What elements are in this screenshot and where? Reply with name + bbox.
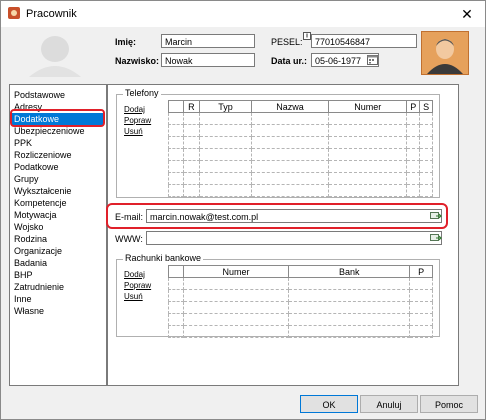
email-highlight-ring — [106, 203, 448, 229]
sidebar-item-zatrudnienie[interactable]: Zatrudnienie — [12, 281, 104, 293]
sidebar-item-ppk[interactable]: PPK — [12, 137, 104, 149]
www-label: WWW: — [115, 234, 143, 244]
table-row[interactable] — [168, 136, 433, 149]
bank-delete-link[interactable]: Usuń — [124, 292, 143, 301]
phones-col-r[interactable]: R — [182, 100, 201, 113]
details-panel: Telefony Dodaj Popraw Usuń R Typ Nazwa N… — [107, 84, 459, 386]
sidebar-item-wojsko[interactable]: Wojsko — [12, 221, 104, 233]
table-row[interactable] — [168, 160, 433, 173]
table-row[interactable] — [168, 112, 433, 125]
last-name-label: Nazwisko: — [115, 56, 160, 66]
phones-col-typ[interactable]: Typ — [199, 100, 252, 113]
phones-col-nazwa[interactable]: Nazwa — [250, 100, 330, 113]
sidebar-item-motywacja[interactable]: Motywacja — [12, 209, 104, 221]
phones-add-link[interactable]: Dodaj — [124, 105, 145, 114]
table-row[interactable] — [168, 277, 433, 290]
phones-col-s[interactable]: S — [419, 100, 433, 113]
phones-col-p[interactable]: P — [406, 100, 421, 113]
close-icon[interactable]: ✕ — [457, 4, 477, 24]
bank-col-p[interactable]: P — [409, 265, 433, 278]
phones-group: Telefony Dodaj Popraw Usuń R Typ Nazwa N… — [116, 88, 440, 198]
phones-col-numer[interactable]: Numer — [328, 100, 408, 113]
phones-table[interactable]: R Typ Nazwa Numer P S — [168, 100, 433, 197]
sidebar-item-kompetencje[interactable]: Kompetencje — [12, 197, 104, 209]
bank-accounts-table[interactable]: Numer Bank P — [168, 265, 433, 338]
open-website-icon[interactable] — [430, 233, 442, 243]
table-row[interactable] — [168, 301, 433, 314]
employee-avatar[interactable] — [421, 31, 469, 75]
table-row[interactable] — [168, 148, 433, 161]
table-row[interactable] — [168, 325, 433, 338]
first-name-label: Imię: — [115, 37, 137, 47]
sidebar-item-inne[interactable]: Inne — [12, 293, 104, 305]
table-row[interactable] — [168, 172, 433, 185]
bank-col-numer[interactable]: Numer — [182, 265, 290, 278]
sidebar-item-grupy[interactable]: Grupy — [12, 173, 104, 185]
app-icon — [8, 7, 20, 19]
selection-highlight-ring — [10, 109, 105, 127]
phones-col-selector[interactable] — [168, 100, 184, 113]
table-row[interactable] — [168, 313, 433, 326]
bank-add-link[interactable]: Dodaj — [124, 270, 145, 279]
sidebar-item-podatkowe[interactable]: Podatkowe — [12, 161, 104, 173]
birth-date-value: 05-06-1977 — [315, 56, 362, 66]
phones-edit-link[interactable]: Popraw — [124, 116, 151, 125]
bank-table-header: Numer Bank P — [168, 265, 433, 278]
bank-accounts-group-title: Rachunki bankowe — [123, 253, 204, 263]
sidebar-item-podstawowe[interactable]: Podstawowe — [12, 89, 104, 101]
first-name-field[interactable]: Marcin — [161, 34, 255, 48]
sidebar-item-rodzina[interactable]: Rodzina — [12, 233, 104, 245]
sidebar-item-wyksztalcenie[interactable]: Wykształcenie — [12, 185, 104, 197]
ok-button[interactable]: OK — [300, 395, 358, 413]
last-name-field[interactable]: Nowak — [161, 53, 255, 67]
title-bar[interactable]: Pracownik ✕ — [1, 1, 485, 27]
sidebar-item-organizacje[interactable]: Organizacje — [12, 245, 104, 257]
bank-accounts-group: Rachunki bankowe Dodaj Popraw Usuń Numer… — [116, 253, 440, 338]
pesel-field[interactable]: 77010546847 — [311, 34, 417, 48]
table-row[interactable] — [168, 184, 433, 197]
calendar-icon[interactable] — [367, 54, 378, 65]
cancel-button[interactable]: Anuluj — [360, 395, 418, 413]
faded-photo-placeholder — [7, 29, 99, 77]
bank-col-selector[interactable] — [168, 265, 184, 278]
phones-group-title: Telefony — [123, 88, 161, 98]
www-field[interactable] — [146, 231, 442, 245]
pesel-label: PESEL: — [271, 37, 303, 47]
sidebar-item-rozliczeniowe[interactable]: Rozliczeniowe — [12, 149, 104, 161]
help-button[interactable]: Pomoc — [420, 395, 478, 413]
table-row[interactable] — [168, 289, 433, 302]
info-icon[interactable] — [303, 32, 311, 40]
birth-date-label: Data ur.: — [271, 56, 308, 66]
phones-delete-link[interactable]: Usuń — [124, 127, 143, 136]
dialog-window: Pracownik ✕ Imię: Marcin Nazwisko: Nowak… — [0, 0, 486, 420]
sidebar-item-badania[interactable]: Badania — [12, 257, 104, 269]
bank-col-bank[interactable]: Bank — [288, 265, 411, 278]
sidebar-item-wlasne[interactable]: Własne — [12, 305, 104, 317]
sidebar-item-bhp[interactable]: BHP — [12, 269, 104, 281]
table-row[interactable] — [168, 124, 433, 137]
bank-edit-link[interactable]: Popraw — [124, 281, 151, 290]
category-list[interactable]: Podstawowe Adresy Dodatkowe Ubezpieczeni… — [9, 84, 107, 386]
window-title: Pracownik — [26, 8, 77, 20]
phones-table-header: R Typ Nazwa Numer P S — [168, 100, 433, 113]
